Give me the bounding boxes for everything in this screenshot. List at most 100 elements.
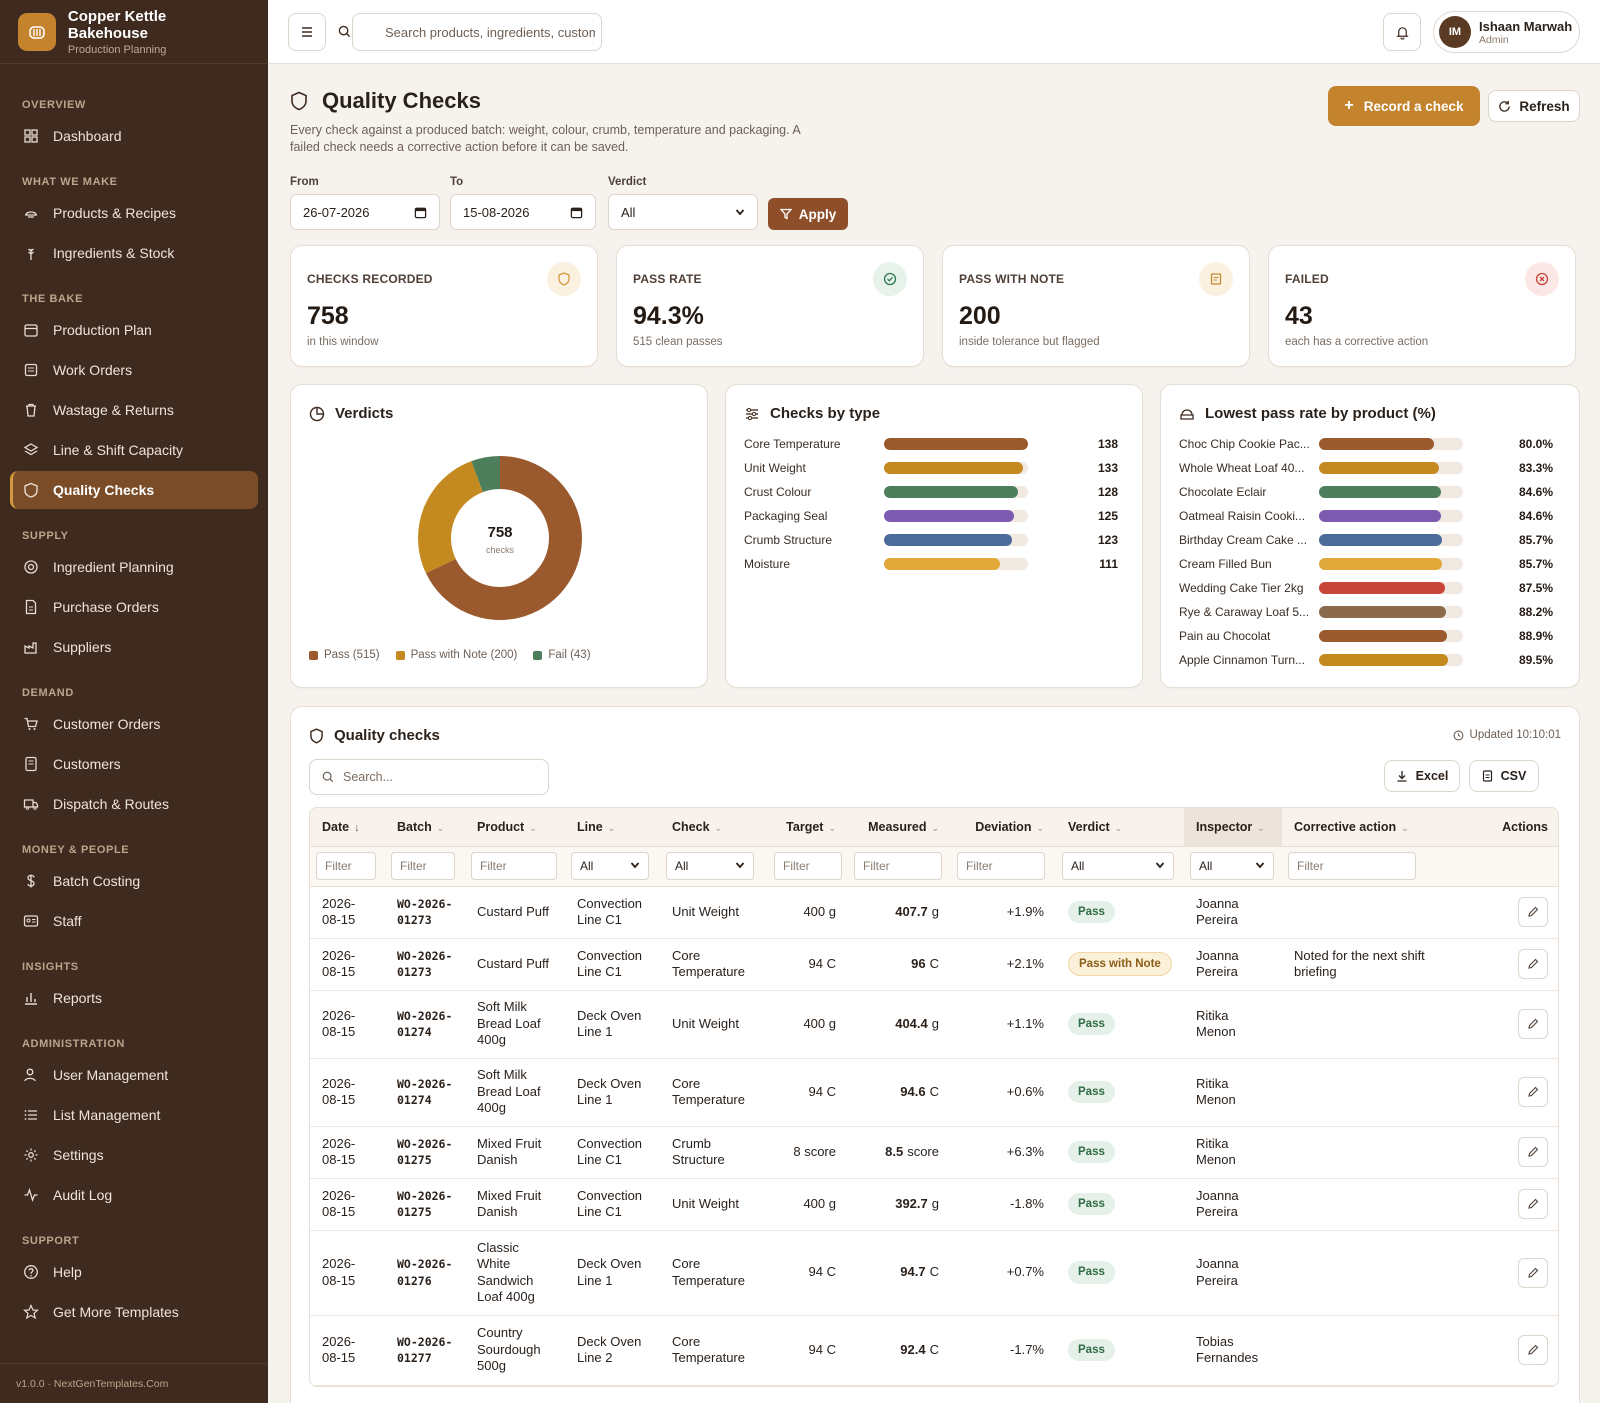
kpi-value: 43 — [1285, 302, 1313, 330]
quality-checks-table-card: Quality checks Updated 10:10:01 Search..… — [290, 706, 1580, 1403]
sidebar-item-label: Reports — [53, 990, 103, 1006]
column-filter-select[interactable]: All — [666, 852, 754, 880]
cell-product-text: Soft Milk Bread Loaf 400g — [477, 999, 541, 1048]
sidebar-item-get-more-templates[interactable]: Get More Templates — [10, 1293, 258, 1331]
sidebar-item-settings[interactable]: Settings — [10, 1136, 258, 1174]
sidebar-item-line-shift-capacity[interactable]: Line & Shift Capacity — [10, 431, 258, 469]
column-filter-input[interactable]: Filter — [316, 852, 376, 880]
edit-button[interactable] — [1518, 1009, 1548, 1039]
bar-track — [1319, 462, 1463, 474]
donut-slice-pass-with-note[interactable] — [418, 461, 483, 574]
table-search-input[interactable]: Search... — [309, 759, 549, 795]
column-filter-input[interactable]: Filter — [471, 852, 557, 880]
table-row[interactable]: 2026-08-15 WO-2026-01276 Classic White San… — [310, 1230, 1558, 1316]
cell-actions — [1452, 1126, 1558, 1179]
notifications-button[interactable] — [1383, 13, 1421, 51]
column-filter-placeholder: Filter — [480, 858, 507, 873]
cell-batch-text: WO-2026-01277 — [397, 1334, 453, 1366]
edit-button[interactable] — [1518, 897, 1548, 927]
sidebar-item-purchase-orders[interactable]: Purchase Orders — [10, 588, 258, 626]
cell-line: Convection Line C1 — [565, 886, 660, 939]
edit-button[interactable] — [1518, 1077, 1548, 1107]
sidebar-item-dispatch-routes[interactable]: Dispatch & Routes — [10, 785, 258, 823]
sidebar-item-help[interactable]: Help — [10, 1253, 258, 1291]
cell-check-text: Core Temperature — [672, 947, 745, 980]
edit-button[interactable] — [1518, 1257, 1548, 1288]
column-header-target[interactable]: Target ⌄ — [768, 808, 848, 847]
column-filter-input[interactable]: Filter — [854, 852, 942, 880]
sidebar-item-batch-costing[interactable]: Batch Costing — [10, 862, 258, 900]
recipe-icon — [23, 205, 39, 221]
column-header-corrective-action[interactable]: Corrective action ⌄ — [1282, 808, 1452, 847]
user-menu[interactable]: IM Ishaan Marwah Admin — [1433, 11, 1580, 53]
column-filter-input[interactable]: Filter — [957, 852, 1045, 880]
from-date-input[interactable]: 26-07-2026 — [290, 194, 440, 230]
sidebar-item-dashboard[interactable]: Dashboard — [10, 117, 258, 155]
bar-value: 88.9% — [1518, 629, 1553, 643]
column-filter-select[interactable]: All — [571, 852, 649, 880]
sidebar-item-staff[interactable]: Staff — [10, 902, 258, 940]
brand[interactable]: Copper Kettle Bakehouse Production Plann… — [0, 0, 268, 64]
column-header-deviation[interactable]: Deviation ⌄ — [951, 808, 1056, 847]
column-header-measured[interactable]: Measured ⌄ — [848, 808, 951, 847]
column-filter-select[interactable]: All — [1190, 852, 1274, 880]
sidebar-item-ingredient-planning[interactable]: Ingredient Planning — [10, 548, 258, 586]
edit-button[interactable] — [1518, 1137, 1548, 1167]
menu-toggle-button[interactable] — [288, 13, 326, 51]
table-row[interactable]: 2026-08-15 WO-2026-01277 Country Sourdough… — [310, 1315, 1558, 1386]
sidebar-item-audit-log[interactable]: Audit Log — [10, 1176, 258, 1214]
filter-icon — [779, 208, 792, 220]
cell-check-text: Core Temperature — [672, 1333, 745, 1366]
export-excel-button[interactable]: Excel — [1384, 760, 1460, 792]
table-row[interactable]: 2026-08-15 WO-2026-01273 Custard Puff Conve… — [310, 938, 1558, 991]
sidebar-item-customer-orders[interactable]: Customer Orders — [10, 705, 258, 743]
cell-measured-unit: C — [929, 1264, 939, 1280]
sidebar-item-work-orders[interactable]: Work Orders — [10, 351, 258, 389]
bar-label: Chocolate Eclair — [1179, 485, 1267, 499]
column-header-date[interactable]: Date ↓ — [310, 808, 385, 847]
sidebar-item-ingredients-stock[interactable]: Ingredients & Stock — [10, 234, 258, 272]
sidebar-item-list-management[interactable]: List Management — [10, 1096, 258, 1134]
table-row[interactable]: 2026-08-15 WO-2026-01275 Mixed Fruit Danis… — [310, 1178, 1558, 1231]
apply-filters-button[interactable]: Apply — [768, 198, 848, 230]
kpi-value: 200 — [959, 302, 1001, 330]
cell-measured-unit: C — [929, 955, 939, 971]
edit-button[interactable] — [1518, 1189, 1548, 1219]
global-search-input[interactable]: Search products, ingredients, customers — [352, 13, 602, 51]
column-header-actions[interactable]: Actions — [1452, 808, 1558, 847]
verdict-select[interactable]: All — [608, 194, 758, 230]
sidebar-item-customers[interactable]: Customers — [10, 745, 258, 783]
sidebar-item-quality-checks[interactable]: Quality Checks — [10, 471, 258, 509]
cell-measured-unit: score — [907, 1143, 939, 1159]
column-header-check[interactable]: Check ⌄ — [660, 808, 768, 847]
to-date-input[interactable]: 15-08-2026 — [450, 194, 596, 230]
column-header-verdict[interactable]: Verdict ⌄ — [1056, 808, 1184, 847]
export-csv-button[interactable]: CSV — [1469, 760, 1539, 792]
sidebar-item-production-plan[interactable]: Production Plan — [10, 311, 258, 349]
status-badge: Pass — [1068, 1012, 1115, 1036]
sidebar-item-user-management[interactable]: User Management — [10, 1056, 258, 1094]
table-row[interactable]: 2026-08-15 WO-2026-01274 Soft Milk Bread L… — [310, 990, 1558, 1059]
cell-check-text: Unit Weight — [672, 903, 739, 919]
column-header-inspector[interactable]: Inspector ⌄ — [1184, 808, 1282, 847]
refresh-label: Refresh — [1519, 98, 1570, 114]
sidebar-item-suppliers[interactable]: Suppliers — [10, 628, 258, 666]
edit-button[interactable] — [1518, 949, 1548, 979]
record-check-button[interactable]: + Record a check — [1328, 86, 1480, 126]
legend-label: Fail (43) — [548, 649, 591, 661]
sidebar-item-products-recipes[interactable]: Products & Recipes — [10, 194, 258, 232]
column-filter-input[interactable]: Filter — [1288, 852, 1416, 880]
sidebar-item-wastage-returns[interactable]: Wastage & Returns — [10, 391, 258, 429]
refresh-button[interactable]: Refresh — [1488, 90, 1580, 122]
table-row[interactable]: 2026-08-15 WO-2026-01273 Custard Puff Conve… — [310, 886, 1558, 939]
column-header-batch[interactable]: Batch ⌄ — [385, 808, 465, 847]
edit-button[interactable] — [1518, 1335, 1548, 1365]
column-header-product[interactable]: Product ⌄ — [465, 808, 565, 847]
table-row[interactable]: 2026-08-15 WO-2026-01274 Soft Milk Bread L… — [310, 1058, 1558, 1127]
column-filter-select[interactable]: All — [1062, 852, 1174, 880]
column-filter-input[interactable]: Filter — [774, 852, 842, 880]
column-filter-input[interactable]: Filter — [391, 852, 455, 880]
column-header-line[interactable]: Line ⌄ — [565, 808, 660, 847]
table-row[interactable]: 2026-08-15 WO-2026-01275 Mixed Fruit Danis… — [310, 1126, 1558, 1179]
sidebar-item-reports[interactable]: Reports — [10, 979, 258, 1017]
